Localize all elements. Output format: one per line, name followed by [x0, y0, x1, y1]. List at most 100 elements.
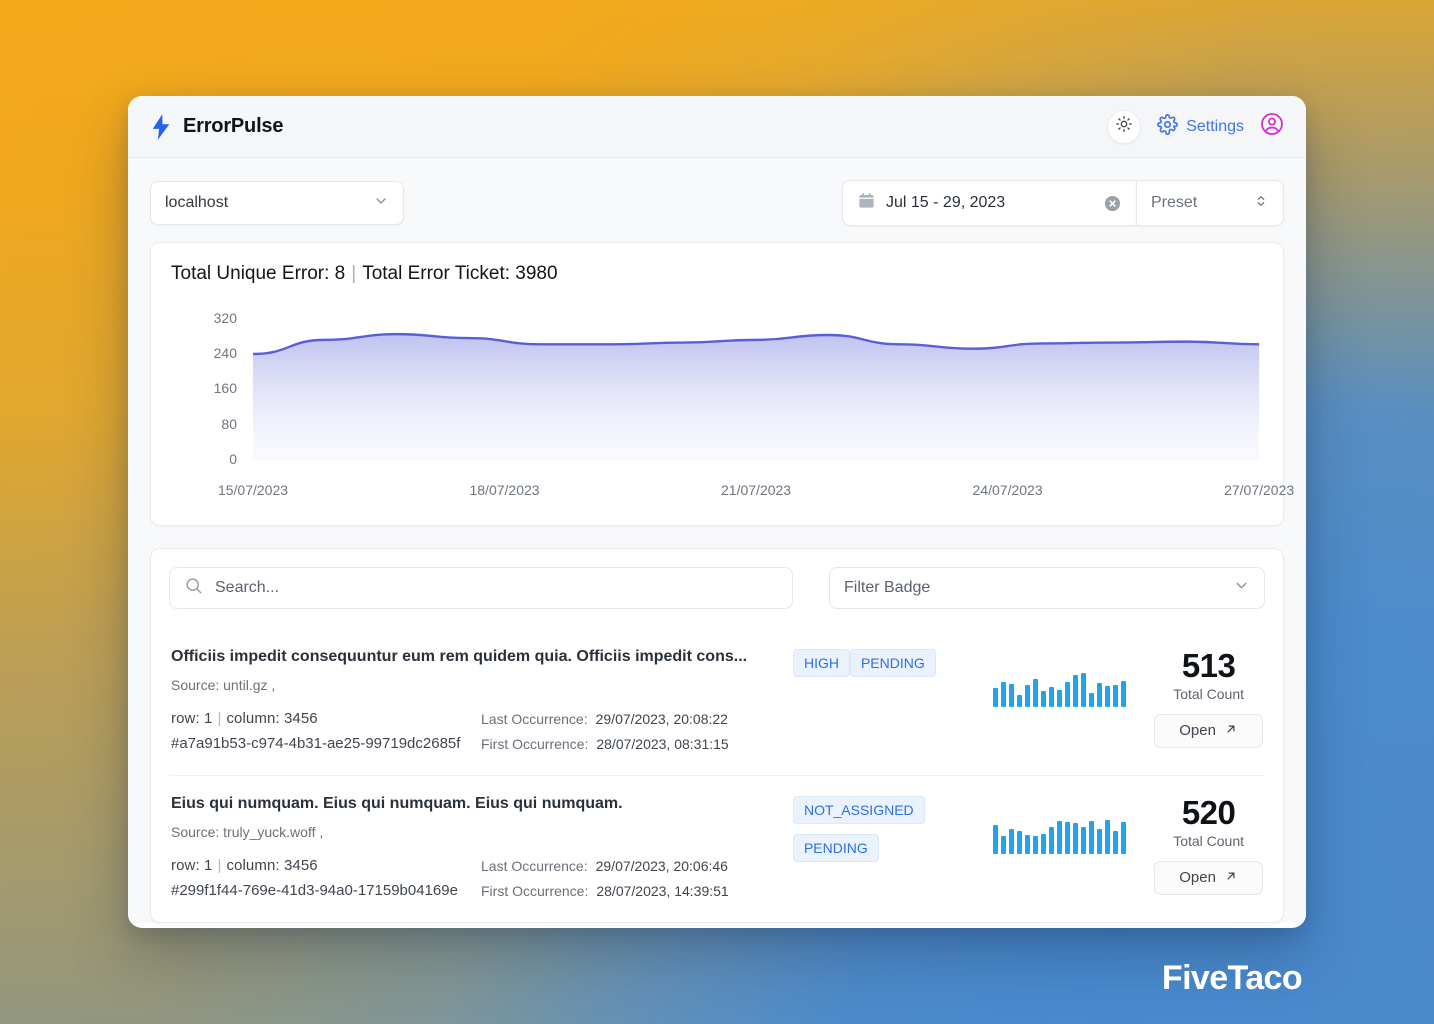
clear-circle-icon[interactable] [1103, 194, 1122, 213]
error-row[interactable]: Officiis impedit consequuntur eum rem qu… [169, 629, 1265, 775]
filter-badge-label: Filter Badge [844, 579, 931, 596]
last-occurrence: Last Occurrence: 29/07/2023, 20:08:22 [481, 710, 728, 727]
sparkline-bar [1072, 674, 1078, 707]
error-row-column: row: 1 | column: 3456 [171, 856, 318, 874]
error-sparkline [964, 647, 1154, 707]
total-count-value: 520 [1181, 794, 1236, 832]
filter-bar: localhost Jul 15 - 29, 2023 Preset [128, 158, 1306, 242]
sparkline-bar [1080, 673, 1086, 707]
total-count-value: 513 [1181, 647, 1236, 684]
chart-summary: Total Unique Error: 8 | Total Error Ticket… [171, 263, 1265, 285]
app-header: ErrorPulse Settings [128, 96, 1306, 158]
sparkline-bar [1112, 684, 1118, 707]
settings-label: Settings [1186, 117, 1244, 135]
gear-icon [1157, 113, 1179, 140]
sparkline-bar [1064, 681, 1070, 707]
error-count-group: 513 Total Count Open [1154, 647, 1263, 748]
sparkline-bar [1032, 836, 1038, 855]
sparkline-bar [1056, 821, 1062, 855]
chart-y-tick: 240 [213, 345, 237, 361]
sparkline-bar [1016, 695, 1022, 707]
chart-x-tick: 24/07/2023 [972, 482, 1043, 498]
theme-toggle-button[interactable] [1107, 109, 1142, 144]
search-input[interactable] [215, 579, 778, 597]
avatar[interactable] [1260, 112, 1284, 141]
error-row[interactable]: Eius qui numquam. Eius qui numquam. Eius… [169, 775, 1265, 922]
sparkline-bar [1040, 833, 1046, 855]
error-ticket-count: Total Error Ticket: 3980 [362, 263, 558, 284]
search-field[interactable] [169, 567, 793, 609]
sparkline-bar [1024, 684, 1030, 707]
chart-y-tick: 0 [229, 451, 237, 467]
error-badges: NOT_ASSIGNED PENDING [792, 794, 964, 872]
sparkline-bar [1096, 682, 1102, 707]
sparkline-bar [1104, 685, 1110, 707]
status-badge[interactable]: NOT_ASSIGNED [792, 796, 925, 825]
error-hash: #299f1f44-769e-41d3-94a0-17159b04169e [171, 881, 458, 899]
status-badge[interactable]: HIGH [792, 649, 850, 677]
watermark: FiveTaco [1161, 959, 1303, 997]
sparkline-bar [1088, 821, 1094, 855]
open-button[interactable]: Open [1154, 860, 1263, 895]
unique-error-count: Total Unique Error: 8 [171, 263, 346, 284]
host-select[interactable]: localhost [150, 181, 404, 225]
open-button[interactable]: Open [1154, 713, 1263, 748]
error-trend-chart: 0 80 160 240 320 15/07/2023 18/07/2023 21/07/2… [169, 293, 1295, 511]
sparkline-bar [1064, 822, 1070, 855]
sparkline-bar [1104, 820, 1110, 855]
chevron-down-icon [373, 193, 389, 214]
host-select-value: localhost [165, 194, 229, 211]
chevron-updown-icon [1253, 193, 1269, 214]
chart-y-tick: 80 [221, 415, 237, 432]
chart-x-tick: 18/07/2023 [469, 482, 540, 498]
settings-button[interactable]: Settings [1157, 113, 1244, 140]
error-location: row: 1 | column: 3456 #299f1f44-769e-41d3-9… [171, 854, 481, 904]
user-circle-icon [1260, 112, 1284, 141]
sparkline-bar [1000, 836, 1006, 855]
error-details: Officiis impedit consequuntur eum rem qu… [171, 647, 793, 757]
date-range-picker[interactable]: Jul 15 - 29, 2023 [842, 180, 1136, 226]
sparkline-bar [1080, 826, 1086, 855]
sparkline-bar [1008, 828, 1014, 855]
preset-select[interactable]: Preset [1136, 180, 1284, 226]
error-hash: #a7a91b53-c974-4b31-ae25-99719dc2685f [171, 734, 461, 752]
error-title: Eius qui numquam. Eius qui numquam. Eius… [171, 795, 623, 813]
sparkline-bar [1008, 683, 1014, 707]
last-occurrence: Last Occurrence: 29/07/2023, 20:06:46 [481, 857, 728, 874]
error-meta: row: 1 | column: 3456 #a7a91b53-c974-4b31-a… [171, 707, 779, 757]
chart-y-tick: 320 [213, 309, 237, 326]
chart-x-tick: 21/07/2023 [721, 482, 792, 498]
first-occurrence: First Occurrence: 28/07/2023, 08:31:15 [481, 735, 729, 752]
error-sparkline [964, 794, 1154, 855]
error-details: Eius qui numquam. Eius qui numquam. Eius… [171, 794, 793, 904]
app-window: ErrorPulse Settings localhost Jul 15 - 2… [128, 96, 1306, 928]
sparkline-bar [992, 825, 998, 855]
bolt-icon [150, 113, 172, 140]
sparkline-bar [992, 687, 998, 707]
date-range-group: Jul 15 - 29, 2023 Preset [842, 180, 1284, 226]
summary-separator: | [351, 263, 357, 284]
error-location: row: 1 | column: 3456 #a7a91b53-c974-4b31-a… [171, 707, 481, 757]
error-source: Source: until.gz , [171, 676, 276, 693]
sparkline-bar [1112, 830, 1118, 855]
brand: ErrorPulse [150, 113, 284, 140]
calendar-icon [857, 191, 876, 215]
sparkline-bar [1072, 823, 1078, 855]
error-list-card: Filter Badge Officiis impedit consequunt… [150, 548, 1284, 924]
sparkline-bar [1056, 689, 1062, 707]
sparkline-bar [1040, 690, 1046, 707]
error-occurrences: Last Occurrence: 29/07/2023, 20:06:46 Firs… [481, 854, 729, 904]
error-source: Source: truly_yuck.woff , [171, 823, 324, 840]
status-badge[interactable]: PENDING [849, 649, 936, 677]
filter-badge-select[interactable]: Filter Badge [829, 567, 1265, 609]
chart-y-tick: 160 [213, 380, 237, 397]
open-button-label: Open [1179, 869, 1216, 887]
first-occurrence: First Occurrence: 28/07/2023, 14:39:51 [481, 883, 729, 900]
sparkline-bar [1120, 822, 1126, 855]
sparkline-bar [1024, 835, 1030, 855]
status-badge[interactable]: PENDING [792, 834, 879, 863]
total-count-label: Total Count [1173, 685, 1245, 702]
chevron-down-icon [1233, 577, 1250, 599]
arrow-up-right-icon [1224, 869, 1238, 887]
brand-name: ErrorPulse [183, 115, 284, 137]
